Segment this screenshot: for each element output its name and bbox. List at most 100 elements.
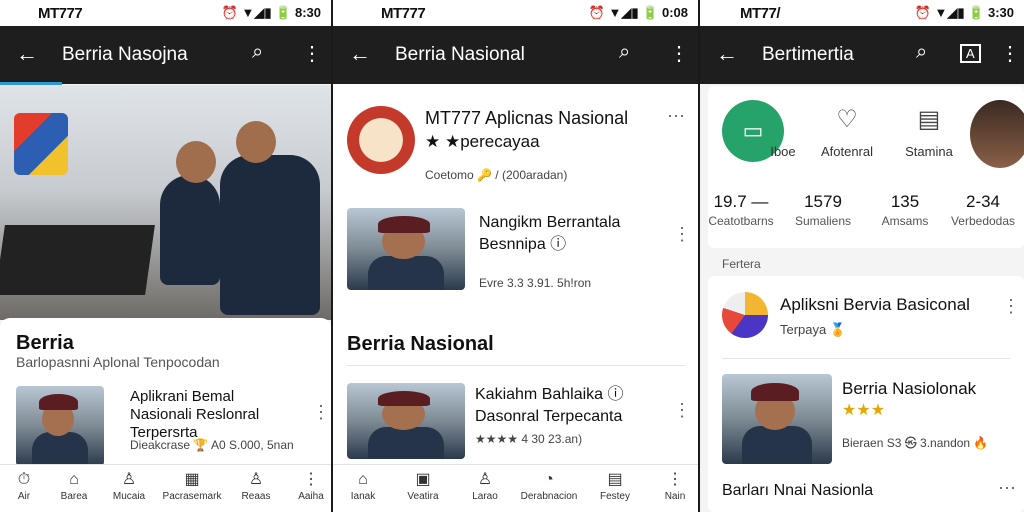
stat-label: Ceatotbarns xyxy=(708,214,774,228)
search-icon[interactable]: ⌕ xyxy=(916,41,927,64)
officer-figure xyxy=(160,141,220,285)
more-vert-icon[interactable]: ⋮ xyxy=(302,41,322,66)
home-icon: ⌂ xyxy=(69,471,79,488)
star-rating: ★★★ xyxy=(842,402,886,419)
footer-title[interactable]: Barları Nnai Nasionla xyxy=(722,482,873,500)
nav-label: Barea xyxy=(60,491,88,502)
thumb-cap xyxy=(750,383,799,401)
nav-item-festey[interactable]: ▤ Festey xyxy=(585,469,645,502)
status-icons: ⏰ ▼◢▮ 🔋 0:08 xyxy=(588,5,688,20)
font-icon[interactable]: A xyxy=(960,44,981,63)
nav-item-mucaia[interactable]: ♙ Mucaia xyxy=(99,469,159,502)
bottom-nav: ⏱ Air ⌂ Barea ♙ Mucaia ▦ Pacrasemark ♙ Reaas … xyxy=(0,464,331,512)
officer-figure xyxy=(220,121,320,315)
hero-image[interactable] xyxy=(0,85,331,320)
chat-icon: ◔ xyxy=(544,471,554,488)
news-item-title[interactable]: Kakiahm Bahlaika ⓘ Dasonral Terpecanta xyxy=(475,384,655,428)
status-bar: MT77/ ⏰ ▼◢▮ 🔋 3:30 xyxy=(700,0,1024,26)
more-vert-icon[interactable]: ⋮ xyxy=(673,400,691,421)
nav-item-veatira[interactable]: ▣ Veatira xyxy=(393,469,453,502)
stat-value: 19.7 — xyxy=(713,192,769,211)
back-arrow-icon[interactable]: ← xyxy=(716,41,738,67)
nav-item-reaas[interactable]: ♙ Reaas xyxy=(226,469,286,502)
nav-label: Reaas xyxy=(241,491,271,502)
section-label: Fertera xyxy=(722,257,761,271)
nav-label: Mucaia xyxy=(112,491,146,502)
thumb-body xyxy=(368,255,444,290)
more-horiz-icon[interactable]: ⋯ xyxy=(667,106,685,127)
more-vert-icon[interactable]: ⋮ xyxy=(673,224,691,245)
carrier-label: MT777 xyxy=(381,5,426,22)
app-title[interactable]: Apliksni Bervia Basiconal xyxy=(780,296,970,314)
app-logo[interactable] xyxy=(722,292,768,338)
nav-label: Festey xyxy=(599,491,630,502)
news-thumbnail[interactable] xyxy=(16,386,104,466)
person-icon: ♙ xyxy=(477,471,493,488)
search-icon[interactable]: ⌕ xyxy=(252,41,263,64)
more-vert-icon: ⋮ xyxy=(303,471,319,488)
thumb-body xyxy=(741,426,813,464)
news-item-title[interactable]: Aplikrani Bemal Nasionali Reslonral Terp… xyxy=(130,388,300,442)
more-vert-icon[interactable]: ⋮ xyxy=(312,402,330,423)
stat-value: 2-34 xyxy=(965,192,1001,211)
nav-item-derabnacion[interactable]: ◔ Derabnacion xyxy=(519,469,579,502)
nav-label: Aaiha xyxy=(298,491,324,502)
news-item-meta: Dieakcrase 🏆 A0 S.000, 5nan xyxy=(130,438,294,452)
image-icon: ▣ xyxy=(415,471,431,488)
document-icon[interactable]: ▤ xyxy=(898,100,960,140)
phone-screen-3: MT77/ ⏰ ▼◢▮ 🔋 3:30 ← Bertimertia ⌕ A ⋮ ▭… xyxy=(700,0,1024,512)
back-arrow-icon[interactable]: ← xyxy=(16,41,38,67)
more-vert-icon[interactable]: ⋮ xyxy=(669,41,689,66)
screens: MT777 ⏰ ▼◢▮ 🔋 8:30 ← Berria Nasojna ⌕ ⋮ … xyxy=(0,0,1024,512)
avatar[interactable] xyxy=(970,100,1024,168)
more-vert-icon: ⋮ xyxy=(667,471,683,488)
more-vert-icon[interactable]: ⋮ xyxy=(1000,41,1020,66)
app-bar: ← Berria Nasional ⌕ ⋮ xyxy=(333,26,698,84)
news-item-title[interactable]: Berria Nasiolonak xyxy=(842,380,976,398)
status-bar: MT777 ⏰ ▼◢▮ 🔋 0:08 xyxy=(333,0,698,26)
grid-icon: ▦ xyxy=(184,471,200,488)
nav-item-pacrasemark[interactable]: ▦ Pacrasemark xyxy=(162,469,222,502)
news-item-meta: Evre 3.3 3.91. 5h!ron xyxy=(479,276,592,290)
nav-item-barea[interactable]: ⌂ Barea xyxy=(44,469,104,502)
search-icon[interactable]: ⌕ xyxy=(619,41,630,64)
status-icons: ⏰ ▼◢▮ 🔋 3:30 xyxy=(914,5,1014,20)
more-vert-icon[interactable]: ⋮ xyxy=(1002,296,1020,317)
nav-label: Larao xyxy=(472,491,498,502)
news-thumbnail[interactable] xyxy=(347,383,465,459)
page-title: Bertimertia xyxy=(762,44,854,65)
stat-label: Sumaliens xyxy=(794,214,852,228)
app-logo[interactable] xyxy=(347,106,415,174)
nav-label: Nain xyxy=(664,491,686,502)
divider xyxy=(722,358,1010,359)
back-arrow-icon[interactable]: ← xyxy=(349,41,371,67)
more-horiz-icon[interactable]: ⋯ xyxy=(998,478,1016,499)
news-item-meta: Bieraen S3 ㉿ 3.nandon 🔥 xyxy=(842,436,989,450)
nav-label: Derabnacion xyxy=(520,491,578,502)
nav-item-aaiha[interactable]: ⋮ Aaiha xyxy=(281,469,331,502)
news-thumbnail[interactable] xyxy=(722,374,832,464)
thumb-cap xyxy=(377,390,430,406)
thumb-body xyxy=(368,427,444,459)
home-icon: ⌂ xyxy=(358,471,368,488)
document-icon: ▤ xyxy=(607,471,623,488)
news-item-title[interactable]: Nangikm Berrantala Besnnipa ⓘ xyxy=(479,212,649,256)
app-title[interactable]: MT777 Aplicnas Nasional xyxy=(425,108,628,129)
nav-item-home[interactable]: ⌂ Ianak xyxy=(333,469,393,502)
stat-label: Verbedodas xyxy=(950,214,1016,228)
nav-label: Ianak xyxy=(350,491,376,502)
nav-item-larao[interactable]: ♙ Larao xyxy=(455,469,515,502)
carrier-label: MT77/ xyxy=(740,5,781,22)
chip-label: Stamina xyxy=(905,144,953,159)
stat-value: 135 xyxy=(890,192,920,211)
app-meta: Coetomo 🔑 / (200aradan) xyxy=(425,168,568,182)
heart-icon[interactable]: ♡ xyxy=(816,100,878,140)
thumb-cap xyxy=(38,394,78,410)
person-icon: ♙ xyxy=(121,471,137,488)
card-title: Berria xyxy=(16,332,74,354)
bottom-nav: ⌂ Ianak ▣ Veatira ♙ Larao ◔ Derabnacion ▤ Fes… xyxy=(333,464,698,512)
profile-panel: ▭ Iboe ♡ Afotenral ▤ Stamina 19.7 — Ceat… xyxy=(708,86,1024,248)
nav-item-nain[interactable]: ⋮ Nain xyxy=(645,469,698,502)
news-thumbnail[interactable] xyxy=(347,208,465,290)
thumb-body xyxy=(31,432,89,466)
